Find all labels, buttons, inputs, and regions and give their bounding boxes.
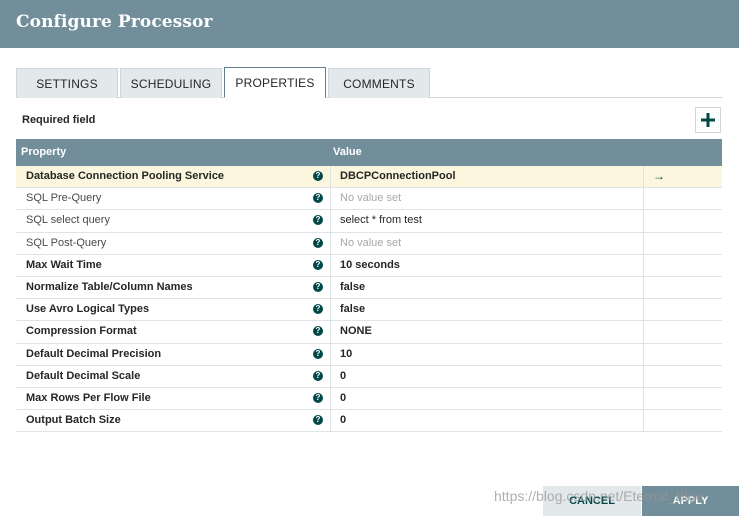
- property-value[interactable]: 10 seconds: [340, 259, 400, 271]
- help-icon[interactable]: ?: [313, 281, 323, 292]
- property-value[interactable]: false: [340, 281, 365, 293]
- column-divider: [330, 387, 331, 410]
- table-row[interactable]: Normalize Table/Column Names? false: [16, 276, 722, 300]
- column-divider: [330, 410, 331, 432]
- action-column-divider: [643, 166, 644, 188]
- column-divider: [330, 254, 331, 276]
- table-row[interactable]: SQL select query? select * from test: [16, 210, 722, 233]
- tab-bar: SETTINGS SCHEDULING PROPERTIES COMMENTS: [16, 67, 722, 98]
- help-icon[interactable]: ?: [313, 259, 323, 270]
- column-divider: [330, 188, 331, 210]
- column-divider: [330, 232, 331, 254]
- action-column-divider: [643, 188, 644, 210]
- table-row[interactable]: Max Wait Time? 10 seconds: [16, 254, 722, 277]
- property-name: SQL Post-Query: [26, 236, 107, 249]
- action-column-divider: [643, 232, 644, 254]
- help-icon[interactable]: ?: [313, 392, 323, 403]
- table-row[interactable]: Output Batch Size? 0: [16, 410, 722, 433]
- column-header-property: Property: [21, 146, 67, 158]
- column-divider: [330, 166, 331, 188]
- column-divider: [330, 365, 331, 387]
- action-column-divider: [643, 254, 644, 276]
- dialog-title: Configure Processor: [16, 12, 213, 32]
- tab-comments[interactable]: COMMENTS: [328, 68, 430, 98]
- property-name: SQL select query: [26, 214, 110, 227]
- tab-scheduling[interactable]: SCHEDULING: [120, 68, 222, 98]
- help-icon[interactable]: ?: [313, 326, 323, 337]
- property-name: Max Wait Time: [26, 258, 102, 271]
- property-value[interactable]: 0: [340, 370, 346, 382]
- action-column-divider: [643, 343, 644, 365]
- help-icon[interactable]: ?: [313, 171, 323, 181]
- column-header-value: Value: [333, 146, 362, 158]
- help-icon[interactable]: ?: [313, 304, 323, 315]
- table-row[interactable]: Use Avro Logical Types? false: [16, 299, 722, 322]
- table-row[interactable]: SQL Pre-Query? No value set: [16, 188, 722, 211]
- property-name: Compression Format: [26, 325, 137, 338]
- properties-table-header: Property Value: [16, 139, 722, 166]
- table-row[interactable]: Default Decimal Scale? 0: [16, 365, 722, 388]
- property-value[interactable]: No value set: [340, 237, 401, 249]
- property-name: Normalize Table/Column Names: [26, 280, 193, 293]
- property-value[interactable]: NONE: [340, 325, 372, 337]
- action-column-divider: [643, 365, 644, 387]
- dialog-header: Configure Processor: [0, 0, 739, 48]
- property-value[interactable]: DBCPConnectionPool: [340, 170, 456, 182]
- property-name: Database Connection Pooling Service: [26, 170, 225, 182]
- action-column-divider: [643, 321, 644, 343]
- property-value[interactable]: No value set: [340, 192, 401, 204]
- column-divider: [330, 276, 331, 299]
- plus-icon: [701, 113, 715, 127]
- action-column-divider: [643, 210, 644, 232]
- required-field-label: Required field: [22, 114, 96, 126]
- table-row[interactable]: Compression Format? NONE: [16, 321, 722, 344]
- column-divider: [330, 210, 331, 232]
- property-value[interactable]: 0: [340, 414, 346, 426]
- add-property-button[interactable]: [695, 107, 721, 133]
- table-row[interactable]: Database Connection Pooling Service? DBCP…: [16, 166, 722, 189]
- tab-settings[interactable]: SETTINGS: [16, 68, 118, 98]
- property-name: Default Decimal Precision: [26, 347, 162, 360]
- help-icon[interactable]: ?: [313, 193, 323, 204]
- help-icon[interactable]: ?: [313, 237, 323, 248]
- property-name: Default Decimal Scale: [26, 369, 141, 382]
- action-column-divider: [643, 387, 644, 410]
- help-icon[interactable]: ?: [313, 215, 323, 226]
- action-column-divider: [643, 299, 644, 321]
- table-row[interactable]: SQL Post-Query? No value set: [16, 232, 722, 255]
- cancel-button[interactable]: CANCEL: [543, 486, 641, 516]
- property-name: SQL Pre-Query: [26, 192, 102, 205]
- table-row[interactable]: Max Rows Per Flow File? 0: [16, 387, 722, 411]
- go-to-service-arrow-icon[interactable]: →: [653, 169, 665, 183]
- property-name: Use Avro Logical Types: [26, 303, 150, 316]
- property-value[interactable]: 10: [340, 348, 352, 360]
- help-icon[interactable]: ?: [313, 348, 323, 359]
- property-value[interactable]: false: [340, 303, 365, 315]
- property-value[interactable]: 0: [340, 392, 346, 404]
- column-divider: [330, 299, 331, 321]
- help-icon[interactable]: ?: [313, 415, 323, 426]
- property-value[interactable]: select * from test: [340, 214, 422, 226]
- tab-properties[interactable]: PROPERTIES: [224, 67, 326, 98]
- action-column-divider: [643, 276, 644, 299]
- dialog-footer: CANCEL APPLY: [0, 486, 739, 516]
- property-name: Max Rows Per Flow File: [26, 391, 151, 404]
- properties-table: Property Value Database Connection Pooli…: [16, 139, 722, 433]
- column-divider: [330, 343, 331, 365]
- properties-table-body: Database Connection Pooling Service? DBCP…: [16, 166, 722, 433]
- table-row[interactable]: Default Decimal Precision? 10: [16, 343, 722, 366]
- action-column-divider: [643, 410, 644, 432]
- property-name: Output Batch Size: [26, 414, 121, 427]
- column-divider: [330, 321, 331, 343]
- help-icon[interactable]: ?: [313, 370, 323, 381]
- apply-button[interactable]: APPLY: [642, 486, 739, 516]
